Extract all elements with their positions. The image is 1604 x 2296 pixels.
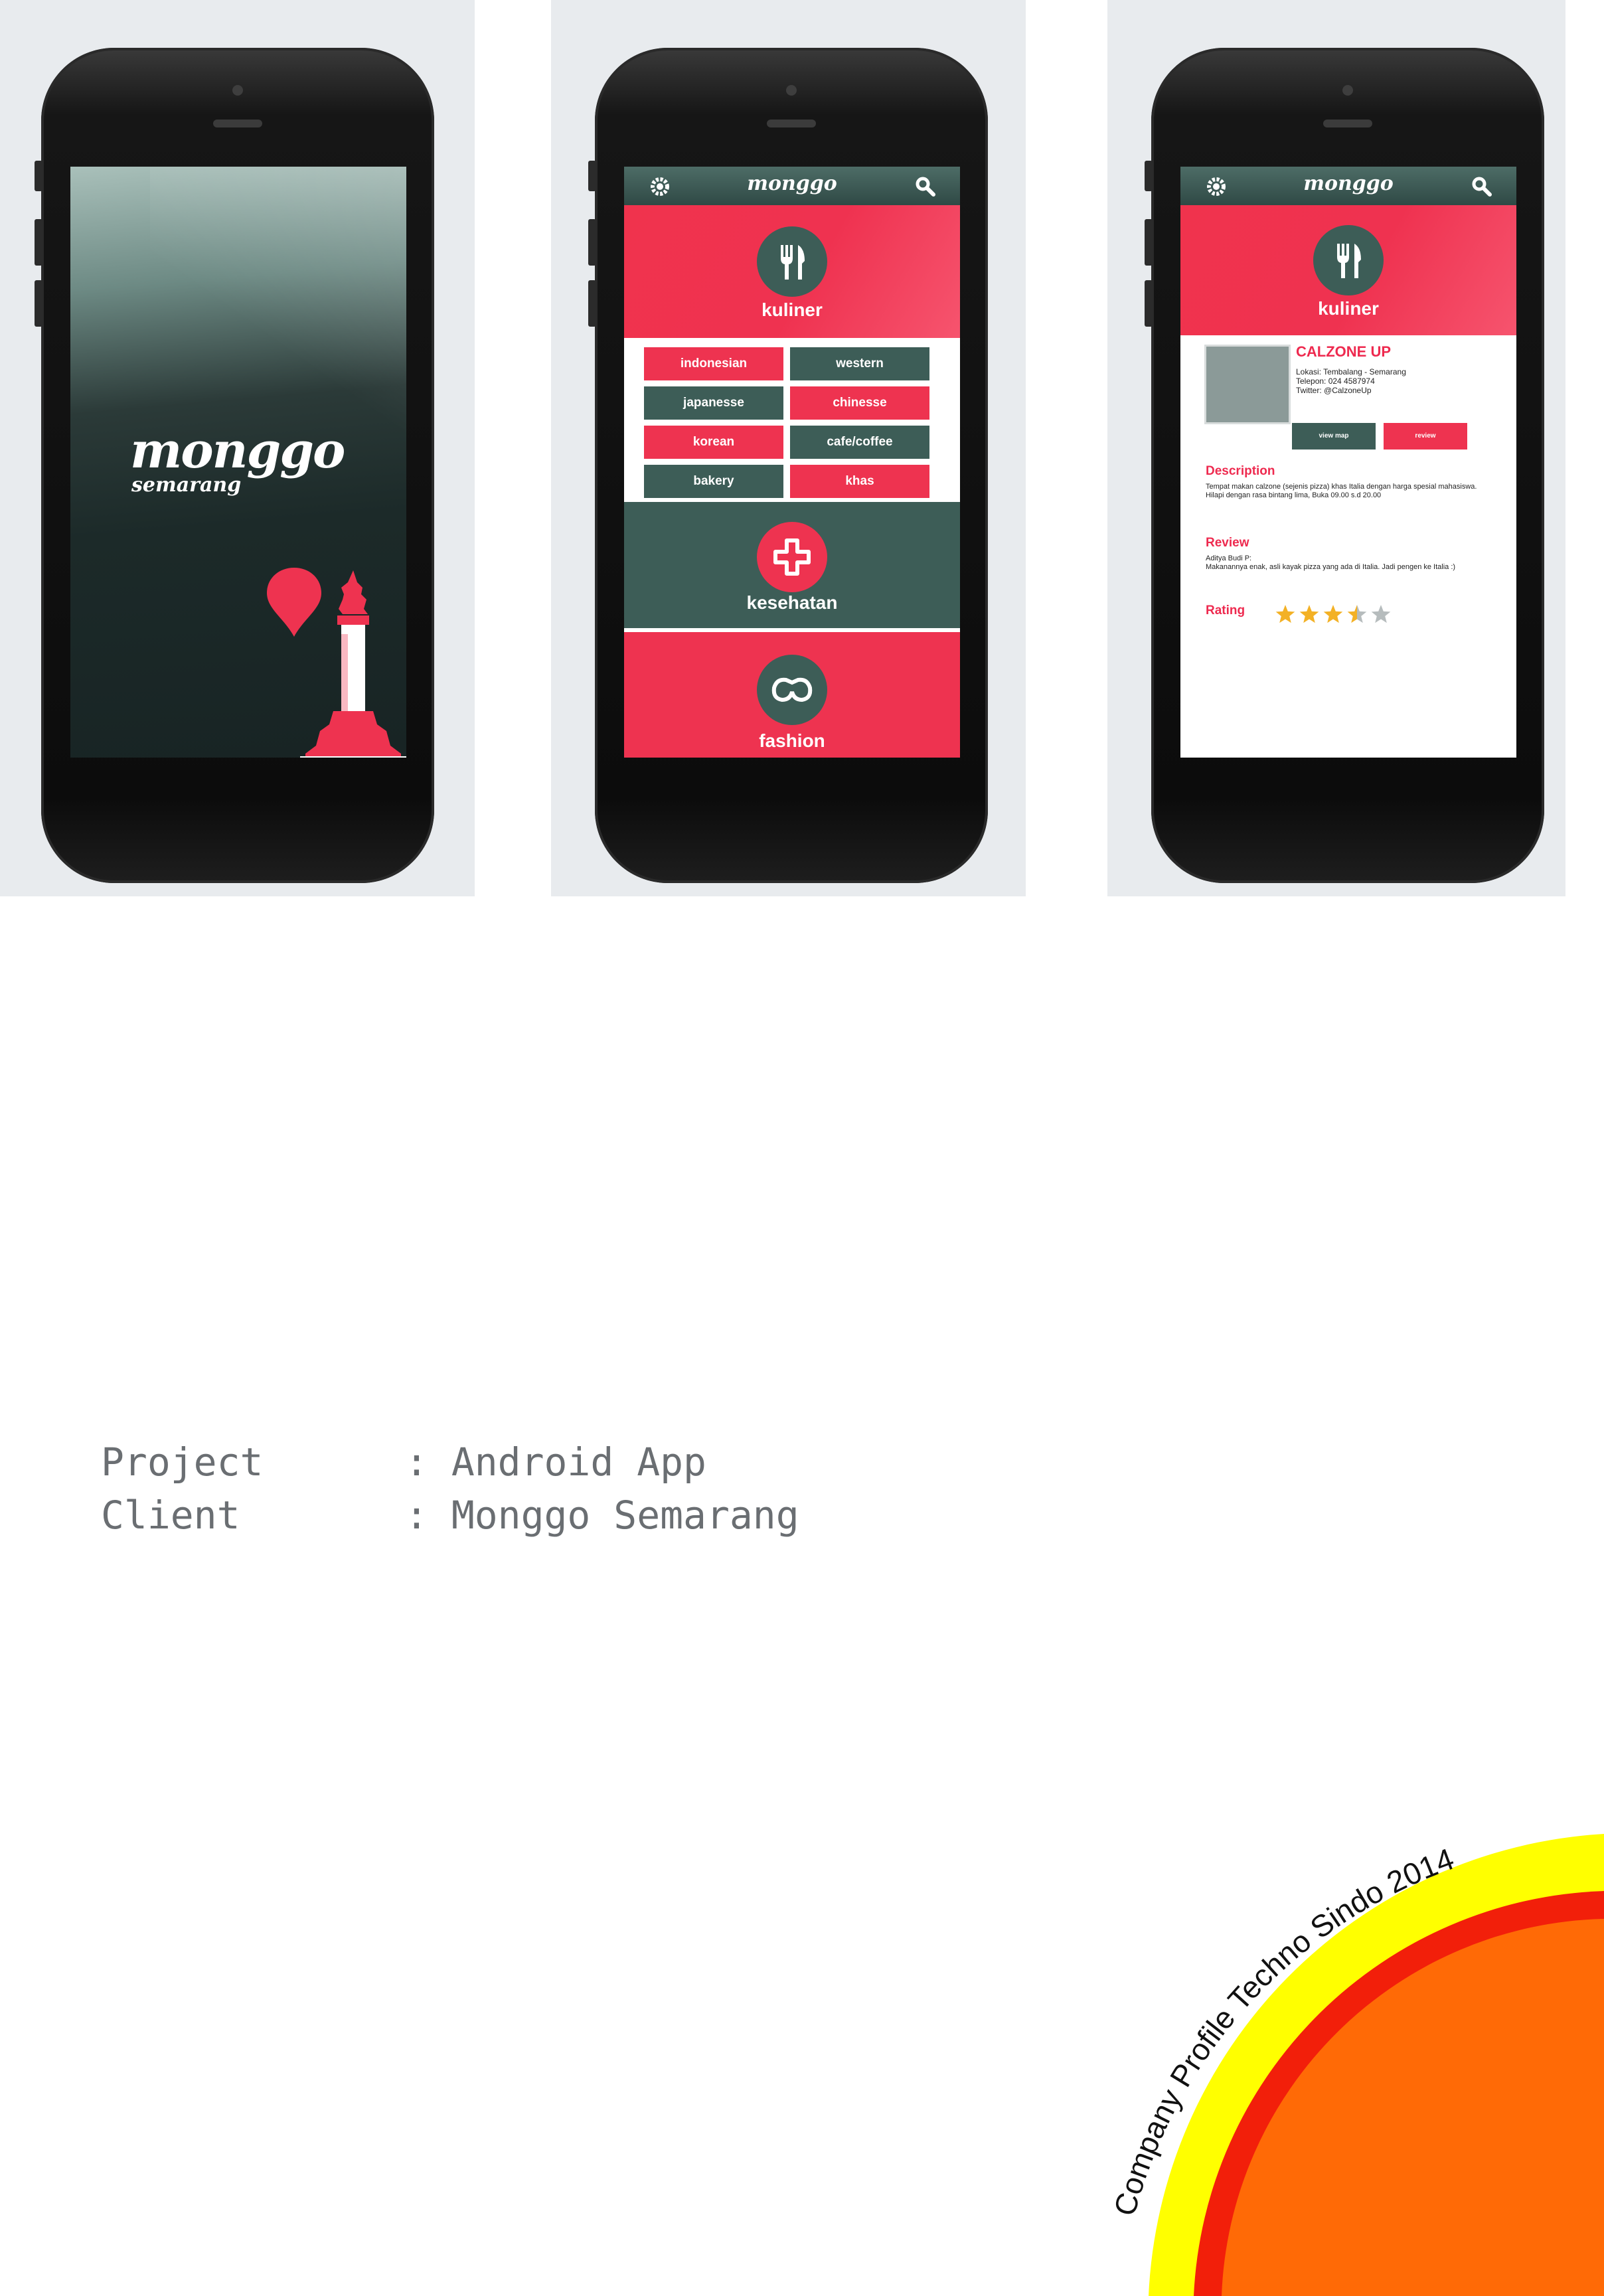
side-button	[588, 219, 596, 266]
rating-star-icon	[1299, 605, 1319, 623]
place-location: Lokasi: Tembalang - Semarang	[1296, 367, 1406, 376]
phone-detail: monggo kuliner CALZONE UP Lokasi: Tembal…	[1145, 48, 1544, 883]
front-camera	[232, 85, 243, 96]
subcategory-cafe-coffee[interactable]: cafe/coffee	[790, 426, 929, 459]
rating-star-icon	[1323, 605, 1343, 623]
rating-stars	[1275, 605, 1391, 623]
subcategory-japanesse[interactable]: japanesse	[644, 386, 783, 420]
category-label: kesehatan	[746, 592, 838, 613]
subcategory-chinesse[interactable]: chinesse	[790, 386, 929, 420]
description-heading: Description	[1206, 464, 1275, 478]
side-button	[35, 161, 42, 191]
review-text: Makanannya enak, asli kayak pizza yang a…	[1206, 563, 1456, 571]
category-label: fashion	[759, 730, 825, 751]
search-icon[interactable]	[1471, 176, 1492, 197]
tugu-muda-monument-icon	[300, 570, 406, 758]
phone-menu: monggo kuliner indonesian western japane…	[588, 48, 988, 883]
subcategory-indonesian[interactable]: indonesian	[644, 347, 783, 380]
medical-cross-icon	[773, 538, 811, 576]
rating-star-icon	[1275, 605, 1295, 623]
app-logo: monggo	[130, 422, 345, 479]
sunglasses-icon	[771, 677, 813, 702]
rating-heading: Rating	[1206, 604, 1245, 617]
header-logo: monggo	[1303, 172, 1394, 195]
rating-star-icon	[1371, 605, 1391, 623]
category-fashion[interactable]: fashion	[624, 632, 960, 758]
category-label: kuliner	[1318, 298, 1379, 319]
place-name: CALZONE UP	[1296, 343, 1391, 360]
splash-screen: monggo semarang	[70, 167, 406, 758]
subcategory-western[interactable]: western	[790, 347, 929, 380]
subcategory-bakery[interactable]: bakery	[644, 465, 783, 498]
category-icon-circle	[757, 655, 827, 725]
fork-knife-icon	[781, 245, 805, 280]
category-icon-circle	[757, 522, 827, 592]
project-value: : Android App	[405, 1439, 706, 1485]
earpiece-speaker	[213, 120, 262, 127]
company-profile-badge: Company Profile Techno Sindo 2014	[1107, 1834, 1604, 2296]
category-kesehatan[interactable]: kesehatan	[624, 502, 960, 628]
detail-screen: monggo kuliner CALZONE UP Lokasi: Tembal…	[1180, 167, 1516, 758]
front-camera	[786, 85, 797, 96]
category-kuliner[interactable]: kuliner	[624, 205, 960, 338]
category-label: kuliner	[762, 299, 823, 320]
side-button	[1145, 161, 1153, 191]
rating-star-icon	[1347, 605, 1367, 623]
project-label: Project	[101, 1439, 264, 1485]
client-label: Client	[101, 1493, 240, 1538]
app-header: monggo	[624, 167, 960, 205]
subcategory-grid: indonesian western japanesse chinesse ko…	[624, 338, 960, 502]
app-header: monggo	[1180, 167, 1516, 205]
review-heading: Review	[1206, 536, 1249, 550]
place-phone: Telepon: 024 4587974	[1296, 376, 1375, 386]
side-button	[1145, 219, 1153, 266]
client-value: : Monggo Semarang	[405, 1493, 799, 1538]
place-thumbnail	[1204, 345, 1291, 424]
header-logo: monggo	[747, 172, 837, 195]
front-camera	[1342, 85, 1353, 96]
earpiece-speaker	[1323, 120, 1372, 127]
fork-knife-icon	[1337, 244, 1361, 278]
side-button	[588, 280, 596, 327]
category-icon-circle	[1313, 225, 1384, 295]
review-button[interactable]: review	[1384, 423, 1467, 450]
subcategory-khas[interactable]: khas	[790, 465, 929, 498]
side-button	[588, 161, 596, 191]
description-text: Tempat makan calzone (sejenis pizza) kha…	[1206, 483, 1477, 499]
category-icon-circle	[757, 226, 827, 297]
menu-screen: monggo kuliner indonesian western japane…	[624, 167, 960, 758]
earpiece-speaker	[767, 120, 816, 127]
subcategory-korean[interactable]: korean	[644, 426, 783, 459]
view-map-button[interactable]: view map	[1292, 423, 1376, 450]
search-icon[interactable]	[915, 176, 936, 197]
side-button	[1145, 280, 1153, 327]
app-logo-subtitle: semarang	[131, 473, 242, 497]
phone-splash: monggo semarang	[35, 48, 434, 883]
side-button	[35, 219, 42, 266]
review-author: Aditya Budi P:	[1206, 554, 1252, 562]
detail-body: CALZONE UP Lokasi: Tembalang - Semarang …	[1180, 338, 1516, 758]
category-banner: kuliner	[1180, 205, 1516, 335]
place-twitter: Twitter: @CalzoneUp	[1296, 386, 1372, 395]
side-button	[35, 280, 42, 327]
